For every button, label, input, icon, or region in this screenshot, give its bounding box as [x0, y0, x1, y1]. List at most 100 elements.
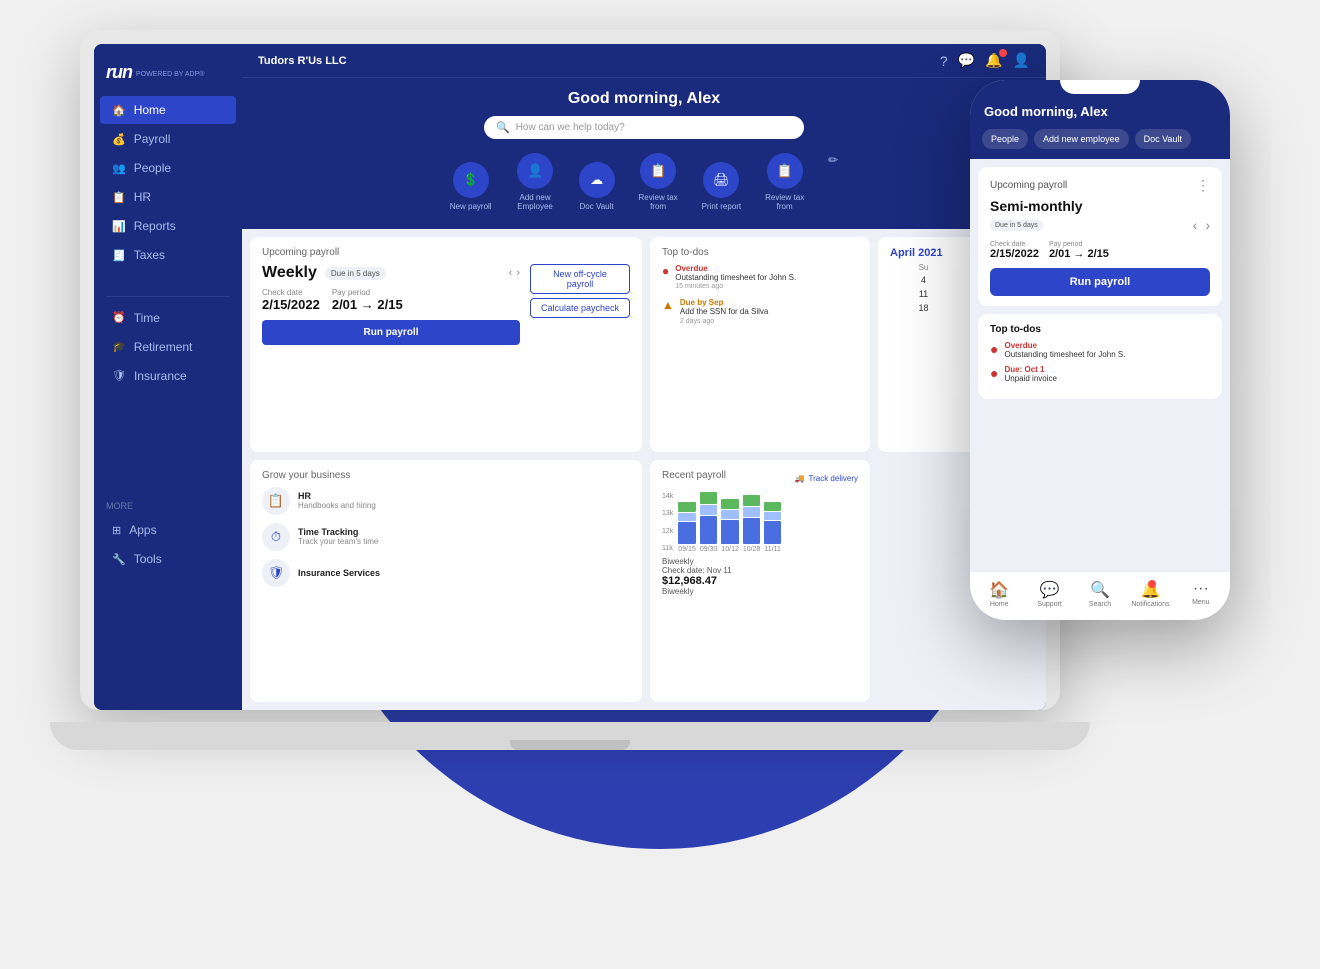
grow-time-icon: ⏱ — [262, 523, 290, 551]
phone-pay-period: 2/01 → 2/15 — [1049, 248, 1109, 260]
people-icon: 👥 — [112, 162, 126, 175]
phone-next-arrow[interactable]: › — [1205, 217, 1210, 233]
quick-action-doc-vault[interactable]: ☁ Doc Vault — [579, 162, 615, 211]
nav-arrows: ‹ › — [509, 267, 520, 279]
bell-icon[interactable]: 🔔 — [985, 52, 1002, 69]
phone-todo-2-text: Unpaid invoice — [1004, 374, 1056, 383]
bar-stack-1012 — [721, 496, 739, 544]
bar-stack-0915 — [678, 494, 696, 544]
sidebar-item-taxes[interactable]: 🧾 Taxes — [100, 241, 236, 269]
sidebar-item-reports[interactable]: 📊 Reports — [100, 212, 236, 240]
track-delivery-link[interactable]: 🚚 Track delivery — [795, 474, 858, 483]
bar-1111: 11/11 — [764, 499, 780, 553]
phone-prev-arrow[interactable]: ‹ — [1193, 217, 1198, 233]
quick-action-review-tax-2[interactable]: 📋 Review tax from — [757, 153, 812, 211]
phone-body: Good morning, Alex People Add new employ… — [970, 80, 1230, 620]
sidebar-label-retirement: Retirement — [134, 340, 193, 354]
phone-action-add-employee[interactable]: Add new employee — [1034, 129, 1129, 149]
bar-0915: 09/15 — [678, 494, 696, 553]
search-icon: 🔍 — [496, 121, 510, 134]
sidebar-item-tools[interactable]: 🔧 Tools — [100, 545, 236, 573]
upcoming-payroll-card: Upcoming payroll Weekly Due in 5 days ‹ — [250, 237, 642, 452]
new-offcycle-button[interactable]: New off-cycle payroll — [530, 264, 630, 294]
help-icon[interactable]: ? — [940, 53, 948, 69]
phone-nav-home-icon: 🏠 — [989, 580, 1009, 600]
laptop-screen: run POWERED BY ADP® 🏠 Home 💰 Payroll — [94, 44, 1046, 710]
phone-nav-notifications-label: Notifications — [1131, 601, 1169, 608]
user-icon[interactable]: 👤 — [1013, 52, 1030, 69]
search-placeholder: How can we help today? — [516, 122, 625, 133]
run-payroll-button[interactable]: Run payroll — [262, 320, 520, 345]
sidebar-item-time[interactable]: ⏰ Time — [100, 304, 236, 332]
chat-icon[interactable]: 💬 — [958, 52, 975, 69]
grow-item-hr[interactable]: 📋 HR Handbooks and hiring — [262, 487, 630, 515]
sidebar-logo: run POWERED BY ADP® — [94, 54, 242, 95]
grow-time-label: Time Tracking — [298, 527, 378, 537]
sidebar-item-people[interactable]: 👥 People — [100, 154, 236, 182]
grow-item-time[interactable]: ⏱ Time Tracking Track your team's time — [262, 523, 630, 551]
sidebar-item-hr[interactable]: 📋 HR — [100, 183, 236, 211]
sidebar-item-retirement[interactable]: 🎓 Retirement — [100, 333, 236, 361]
quick-action-add-employee[interactable]: 👤 Add new Employee — [508, 153, 563, 211]
phone-nav-notifications[interactable]: 🔔 Notifications — [1125, 580, 1175, 608]
search-bar[interactable]: 🔍 How can we help today? — [484, 116, 804, 139]
pay-period-value: 2/01 → 2/15 — [332, 297, 403, 312]
pay-period-group: Pay period 2/01 → 2/15 — [332, 288, 403, 312]
calculate-paycheck-button[interactable]: Calculate paycheck — [530, 298, 630, 318]
phone-nav-search[interactable]: 🔍 Search — [1075, 580, 1125, 608]
bar-label-1012: 10/12 — [721, 546, 739, 553]
review-tax-1-label: Review tax from — [631, 193, 686, 211]
phone-todo-1: ● Overdue Outstanding timesheet for John… — [990, 341, 1210, 359]
todo-2-text: Add the SSN for da Silva — [680, 307, 769, 317]
phone-pay-period-label: Pay period — [1049, 241, 1109, 248]
quick-action-print-report[interactable]: 🖨 Print report — [702, 162, 742, 211]
phone-payroll-menu-icon[interactable]: ⋮ — [1196, 177, 1210, 194]
sidebar-label-reports: Reports — [134, 219, 176, 233]
cal-header-su: Su — [890, 263, 957, 272]
print-report-icon: 🖨 — [703, 162, 739, 198]
phone-todo-1-status: Overdue — [1004, 341, 1125, 350]
sidebar-item-insurance[interactable]: 🛡 Insurance — [100, 362, 236, 390]
time-icon: ⏰ — [112, 311, 126, 324]
sidebar-item-apps[interactable]: ⊞ Apps — [100, 516, 236, 544]
add-employee-icon: 👤 — [517, 153, 553, 189]
phone-due-badge: Due in 5 days — [990, 220, 1043, 231]
bar-chart: 09/15 09/30 — [678, 493, 781, 553]
review-tax-2-label: Review tax from — [757, 193, 812, 211]
phone-nav-menu[interactable]: ··· Menu — [1176, 580, 1226, 608]
grow-insurance-info: Insurance Services — [298, 568, 380, 578]
phone-action-doc-vault[interactable]: Doc Vault — [1135, 129, 1191, 149]
quick-action-new-payroll[interactable]: 💲 New payroll — [450, 162, 492, 211]
payroll-inner: Weekly Due in 5 days ‹ › — [262, 264, 630, 345]
grow-business-card: Grow your business 📋 HR Handbooks and hi… — [250, 460, 642, 703]
bar-label-0915: 09/15 — [678, 546, 696, 553]
sidebar: run POWERED BY ADP® 🏠 Home 💰 Payroll — [94, 44, 242, 710]
y-14k: 14k — [662, 493, 673, 500]
phone-run-payroll-button[interactable]: Run payroll — [990, 268, 1210, 296]
phone-action-people[interactable]: People — [982, 129, 1028, 149]
check-date-group: Check date 2/15/2022 — [262, 288, 320, 312]
grow-item-insurance[interactable]: 🛡 Insurance Services — [262, 559, 630, 587]
prev-arrow[interactable]: ‹ — [509, 267, 513, 279]
phone-todo-2-content: Due: Oct 1 Unpaid invoice — [1004, 365, 1056, 383]
next-arrow[interactable]: › — [516, 267, 520, 279]
todos-card: Top to-dos ● Overdue Outstanding timeshe… — [650, 237, 870, 452]
phone-nav-home[interactable]: 🏠 Home — [974, 580, 1024, 608]
payroll-icon: 💰 — [112, 133, 126, 146]
edit-quick-actions-icon[interactable]: ✏ — [828, 153, 838, 167]
review-tax-2-icon: 📋 — [767, 153, 803, 189]
phone-period: Semi-monthly — [990, 198, 1210, 214]
phone-check-date: 2/15/2022 — [990, 248, 1039, 260]
phone-pay-period-group: Pay period 2/01 → 2/15 — [1049, 241, 1109, 260]
quick-action-review-tax-1[interactable]: 📋 Review tax from — [631, 153, 686, 211]
bar-seg-green-1028 — [743, 495, 761, 506]
y-11k: 11k — [662, 545, 673, 552]
recent-payroll-card: Recent payroll 🚚 Track delivery 14k — [650, 460, 870, 703]
phone-nav-support[interactable]: 💬 Support — [1024, 580, 1074, 608]
phone-todos-title: Top to-dos — [990, 324, 1210, 335]
bar-seg-blue-0915 — [678, 522, 696, 544]
hr-icon: 📋 — [112, 191, 126, 204]
sidebar-label-home: Home — [134, 103, 166, 117]
sidebar-item-home[interactable]: 🏠 Home — [100, 96, 236, 124]
sidebar-item-payroll[interactable]: 💰 Payroll — [100, 125, 236, 153]
